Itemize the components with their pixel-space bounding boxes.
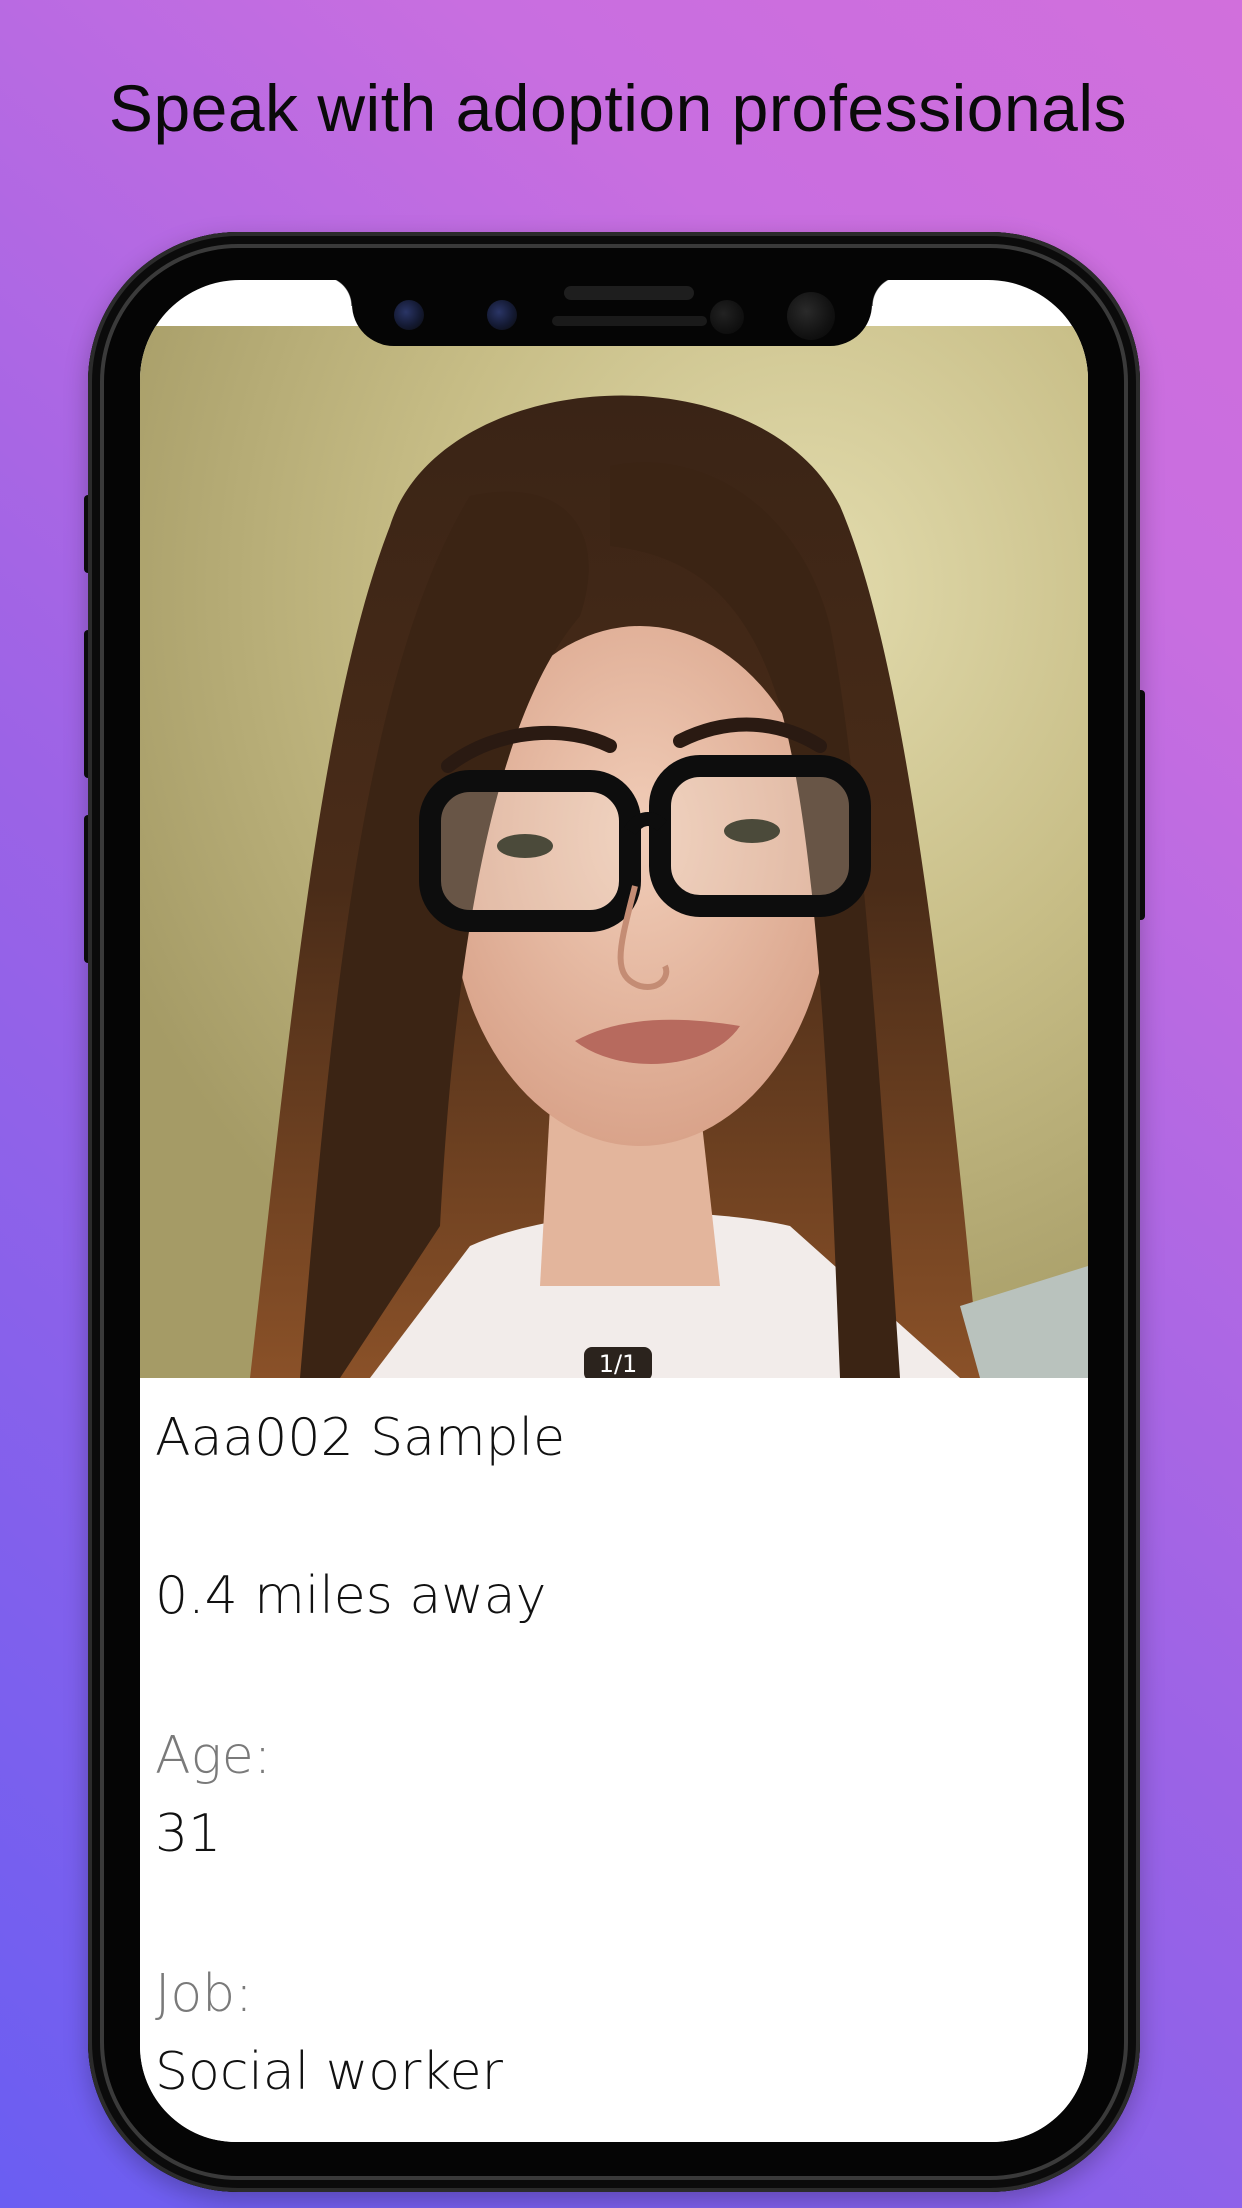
age-label: Age: bbox=[155, 1726, 272, 1786]
age-value: 31 bbox=[155, 1804, 222, 1864]
photo-counter-badge: 1/1 bbox=[584, 1347, 652, 1378]
earpiece-speaker bbox=[564, 286, 694, 300]
phone-screen: 1/1 Aaa002 Sample 0.4 miles away Age: 31… bbox=[140, 280, 1088, 2142]
sensor-icon bbox=[487, 300, 517, 330]
profile-name: Aaa002 Sample bbox=[155, 1408, 566, 1468]
front-camera-icon bbox=[787, 292, 835, 340]
job-value: Social worker bbox=[155, 2042, 504, 2102]
earpiece-grille bbox=[552, 316, 707, 326]
sensor-icon bbox=[394, 300, 424, 330]
headline: Speak with adoption professionals bbox=[108, 71, 1128, 145]
profile-distance: 0.4 miles away bbox=[155, 1566, 547, 1626]
profile-photo[interactable]: 1/1 bbox=[140, 326, 1088, 1378]
phone-notch bbox=[322, 280, 902, 346]
sensor-icon bbox=[710, 300, 744, 334]
profile-photo-illustration bbox=[140, 326, 1088, 1378]
job-label: Job: bbox=[155, 1964, 253, 2024]
phone-frame: 1/1 Aaa002 Sample 0.4 miles away Age: 31… bbox=[88, 232, 1140, 2192]
profile-info: Aaa002 Sample 0.4 miles away Age: 31 Job… bbox=[140, 1378, 1088, 2142]
